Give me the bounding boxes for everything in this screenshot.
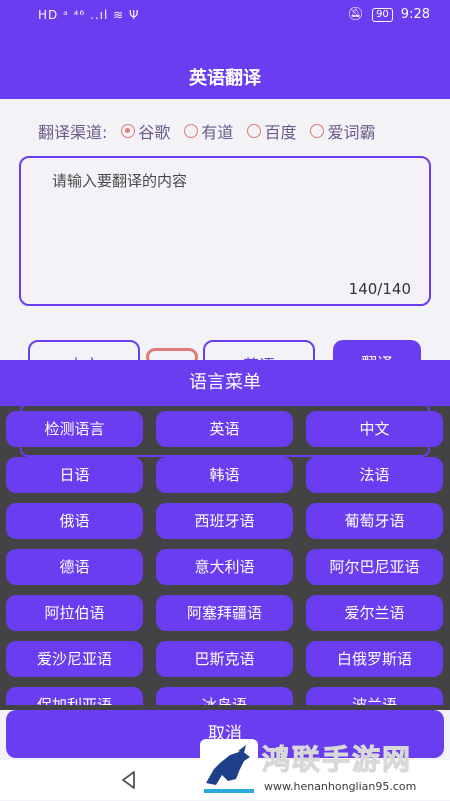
language-option[interactable]: 葡萄牙语 — [306, 503, 443, 539]
watermark-url: www.henanhonglian95.com — [264, 780, 417, 793]
language-option[interactable]: 阿尔巴尼亚语 — [306, 549, 443, 585]
back-icon[interactable] — [118, 769, 140, 791]
channel-option-iciba[interactable]: 爱词霸 — [310, 119, 375, 143]
language-option[interactable]: 爱沙尼亚语 — [6, 641, 143, 677]
language-option[interactable]: 中文 — [306, 411, 443, 447]
status-icons: HD ᵃ ⁴⁶ ..ıl ≋ Ψ — [38, 8, 140, 22]
language-option[interactable]: 德语 — [6, 549, 143, 585]
watermark-logo — [200, 739, 258, 797]
char-counter: 140/140 — [348, 280, 411, 298]
language-option[interactable]: 冰岛语 — [156, 687, 293, 705]
language-option[interactable]: 意大利语 — [156, 549, 293, 585]
watermark-title: 鸿联手游网 — [261, 743, 413, 777]
language-option[interactable]: 波兰语 — [306, 687, 443, 705]
radio-unchecked-icon — [184, 124, 199, 138]
page-title: 英语翻译 — [189, 68, 261, 89]
channel-option-google[interactable]: 谷歌 — [121, 119, 170, 143]
language-option[interactable]: 保加利亚语 — [6, 687, 143, 705]
language-option[interactable]: 日语 — [6, 457, 143, 493]
language-option[interactable]: 俄语 — [6, 503, 143, 539]
channel-option-label: 有道 — [201, 123, 234, 142]
radio-unchecked-icon — [310, 124, 325, 138]
channel-label: 翻译渠道: — [38, 123, 108, 142]
channel-option-youdao[interactable]: 有道 — [184, 119, 233, 143]
channel-selector: 翻译渠道: 谷歌 有道 百度 爱词霸 — [38, 120, 389, 142]
translate-input[interactable]: 请输入要翻译的内容 140/140 — [19, 156, 431, 306]
status-bar: HD ᵃ ⁴⁶ ..ıl ≋ Ψ 🔕︎ 90 9:28 — [0, 0, 450, 30]
language-option[interactable]: 检测语言 — [6, 411, 143, 447]
status-time: 9:28 — [400, 7, 430, 22]
status-right: 🔕︎ 90 9:28 — [348, 7, 430, 22]
language-option[interactable]: 阿塞拜疆语 — [156, 595, 293, 631]
language-option[interactable]: 西班牙语 — [156, 503, 293, 539]
language-option[interactable]: 英语 — [156, 411, 293, 447]
radio-checked-icon — [121, 124, 136, 138]
input-placeholder: 请输入要翻译的内容 — [52, 172, 188, 190]
channel-option-label: 谷歌 — [138, 123, 171, 142]
app-header: 英语翻译 — [0, 30, 450, 99]
language-option[interactable]: 白俄罗斯语 — [306, 641, 443, 677]
watermark: 鸿联手游网 www.henanhonglian95.com — [196, 735, 450, 800]
horse-icon — [204, 745, 254, 793]
channel-option-baidu[interactable]: 百度 — [247, 119, 296, 143]
language-option[interactable]: 法语 — [306, 457, 443, 493]
radio-unchecked-icon — [247, 124, 262, 138]
language-option[interactable]: 阿拉伯语 — [6, 595, 143, 631]
language-grid: 检测语言 英语 中文日语 韩语 法语俄语 西班牙语 葡萄牙语德语 意大利语 阿尔巴尼亚语阿拉伯语… — [0, 410, 450, 705]
language-option[interactable]: 巴斯克语 — [156, 641, 293, 677]
language-option[interactable]: 韩语 — [156, 457, 293, 493]
channel-option-label: 百度 — [264, 123, 297, 142]
mute-icon: 🔕︎ — [347, 7, 365, 22]
battery-icon: 90 — [372, 7, 393, 22]
language-option[interactable]: 爱尔兰语 — [306, 595, 443, 631]
language-menu-title: 语言菜单 — [0, 360, 450, 406]
channel-option-label: 爱词霸 — [327, 123, 376, 142]
